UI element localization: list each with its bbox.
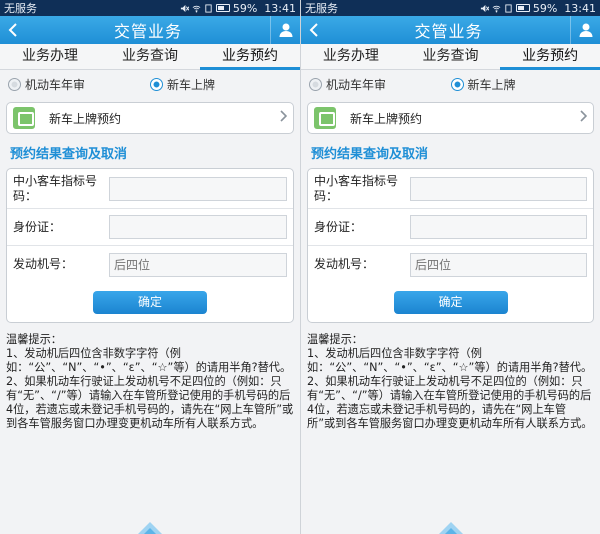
back-button[interactable] bbox=[301, 16, 327, 44]
section-title: 预约结果查询及取消 bbox=[10, 147, 128, 162]
page-title: 交管业务 bbox=[414, 22, 483, 41]
radio-unchecked-icon bbox=[8, 77, 21, 91]
tip-2: 2、如果机动车行驶证上发动机号不足四位的（例如：只有“无”、“/”等）请输入在车… bbox=[307, 375, 593, 430]
mute-icon bbox=[180, 4, 189, 12]
new-plate-appointment-item[interactable]: 新车上牌预约 bbox=[6, 102, 294, 134]
radio-checked-icon bbox=[450, 77, 464, 91]
plate-row: 中小客车指标号码： bbox=[7, 169, 293, 209]
radio-checked-icon bbox=[150, 77, 163, 91]
id-label: 身份证： bbox=[13, 219, 62, 234]
radio-label: 机动车年审 bbox=[25, 77, 86, 92]
engine-row: 发动机号： bbox=[308, 246, 593, 283]
tips-title: 温馨提示： bbox=[6, 333, 62, 346]
tab-business-handling[interactable]: 业务办理 bbox=[0, 44, 100, 69]
user-button[interactable] bbox=[570, 16, 600, 44]
mute-icon bbox=[480, 4, 489, 12]
appointment-item-label: 新车上牌预约 bbox=[350, 111, 423, 126]
tab-business-appointment[interactable]: 业务预约 bbox=[500, 44, 600, 70]
plate-row: 中小客车指标号码： bbox=[308, 169, 593, 209]
plate-label: 中小客车指标号码： bbox=[314, 173, 399, 203]
clock: 13:41 bbox=[564, 1, 596, 15]
chevron-right-icon bbox=[579, 110, 588, 126]
query-form: 中小客车指标号码： 身份证： 发动机号： 确定 bbox=[6, 168, 294, 323]
title-bar: 交管业务 bbox=[301, 16, 600, 44]
sim-icon bbox=[205, 3, 212, 13]
carrier-label: 无服务 bbox=[305, 2, 338, 15]
app-screen: 无服务 59% 13:41 交管业务 业务办理 业务查询 业务预约 机动车年审 … bbox=[0, 0, 300, 534]
user-icon bbox=[579, 23, 592, 37]
appointment-item-label: 新车上牌预约 bbox=[49, 111, 122, 126]
status-icons: 59% 13:41 bbox=[180, 2, 296, 15]
radio-new-car-plate[interactable]: 新车上牌 bbox=[150, 76, 292, 93]
battery-icon bbox=[215, 4, 230, 12]
chevron-right-icon bbox=[279, 110, 288, 126]
tab-bar: 业务办理 业务查询 业务预约 bbox=[301, 44, 600, 70]
tab-bar: 业务办理 业务查询 业务预约 bbox=[0, 44, 300, 70]
user-icon bbox=[279, 23, 292, 37]
tab-business-appointment[interactable]: 业务预约 bbox=[200, 44, 300, 70]
engine-label: 发动机号： bbox=[314, 257, 375, 271]
section-title: 预约结果查询及取消 bbox=[311, 147, 429, 162]
engine-number-input[interactable] bbox=[410, 252, 587, 277]
battery-percent: 59% bbox=[232, 1, 258, 15]
back-arrow-icon bbox=[309, 23, 318, 37]
user-button[interactable] bbox=[270, 16, 300, 44]
radio-new-car-plate[interactable]: 新车上牌 bbox=[450, 76, 593, 93]
id-label: 身份证： bbox=[314, 219, 363, 234]
page-title: 交管业务 bbox=[113, 22, 182, 41]
confirm-button[interactable]: 确定 bbox=[393, 291, 508, 314]
radio-annual-inspection[interactable]: 机动车年审 bbox=[8, 76, 150, 93]
tips-title: 温馨提示： bbox=[307, 333, 363, 346]
back-arrow-icon bbox=[8, 23, 17, 37]
tab-business-query[interactable]: 业务查询 bbox=[100, 44, 200, 69]
tip-1: 1、发动机后四位含非数字字符（例如：“公”、“N”、“•”、“ε”、“☆”等）的… bbox=[6, 347, 292, 374]
confirm-button[interactable]: 确定 bbox=[93, 291, 207, 314]
tips: 温馨提示： 1、发动机后四位含非数字字符（例如：“公”、“N”、“•”、“ε”、… bbox=[6, 333, 294, 431]
status-bar: 无服务 59% 13:41 bbox=[301, 0, 600, 16]
bottom-logo-icon bbox=[439, 522, 463, 534]
radio-unchecked-icon bbox=[309, 77, 322, 91]
calendar-icon bbox=[314, 107, 336, 129]
tip-2: 2、如果机动车行驶证上发动机号不足四位的（例如：只有“无”、“/”等）请输入在车… bbox=[6, 375, 294, 430]
engine-number-input[interactable] bbox=[109, 252, 287, 277]
new-plate-appointment-item[interactable]: 新车上牌预约 bbox=[307, 102, 594, 134]
id-row: 身份证： bbox=[7, 209, 293, 246]
engine-label: 发动机号： bbox=[13, 257, 74, 271]
plate-quota-input[interactable] bbox=[410, 176, 587, 201]
battery-icon bbox=[515, 4, 530, 12]
status-bar: 无服务 59% 13:41 bbox=[0, 0, 300, 16]
radio-label: 机动车年审 bbox=[326, 77, 387, 92]
tip-1: 1、发动机后四位含非数字字符（例如：“公”、“N”、“•”、“ε”、“☆”等）的… bbox=[307, 347, 593, 374]
radio-label: 新车上牌 bbox=[467, 77, 516, 92]
carrier-label: 无服务 bbox=[4, 2, 37, 15]
id-card-input[interactable] bbox=[109, 215, 287, 239]
calendar-icon bbox=[13, 107, 35, 129]
status-icons: 59% 13:41 bbox=[480, 2, 596, 15]
clock: 13:41 bbox=[264, 1, 296, 15]
wifi-icon bbox=[492, 5, 501, 12]
tab-business-query[interactable]: 业务查询 bbox=[401, 44, 501, 69]
id-row: 身份证： bbox=[308, 209, 593, 246]
engine-row: 发动机号： bbox=[7, 246, 293, 283]
battery-percent: 59% bbox=[532, 1, 558, 15]
sim-icon bbox=[505, 3, 512, 13]
back-button[interactable] bbox=[0, 16, 26, 44]
bottom-logo-icon bbox=[138, 522, 162, 534]
radio-annual-inspection[interactable]: 机动车年审 bbox=[309, 76, 451, 93]
plate-label: 中小客车指标号码： bbox=[13, 173, 98, 203]
app-screen: 无服务 59% 13:41 交管业务 业务办理 业务查询 业务预约 机动车年审 … bbox=[300, 0, 600, 534]
title-bar: 交管业务 bbox=[0, 16, 300, 44]
appointment-type-group: 机动车年审 新车上牌 bbox=[301, 70, 600, 98]
radio-label: 新车上牌 bbox=[167, 77, 216, 92]
tab-business-handling[interactable]: 业务办理 bbox=[301, 44, 401, 69]
tips: 温馨提示： 1、发动机后四位含非数字字符（例如：“公”、“N”、“•”、“ε”、… bbox=[307, 333, 594, 431]
id-card-input[interactable] bbox=[410, 215, 587, 239]
appointment-type-group: 机动车年审 新车上牌 bbox=[0, 70, 300, 98]
plate-quota-input[interactable] bbox=[109, 176, 287, 201]
query-form: 中小客车指标号码： 身份证： 发动机号： 确定 bbox=[307, 168, 594, 323]
wifi-icon bbox=[192, 5, 201, 12]
